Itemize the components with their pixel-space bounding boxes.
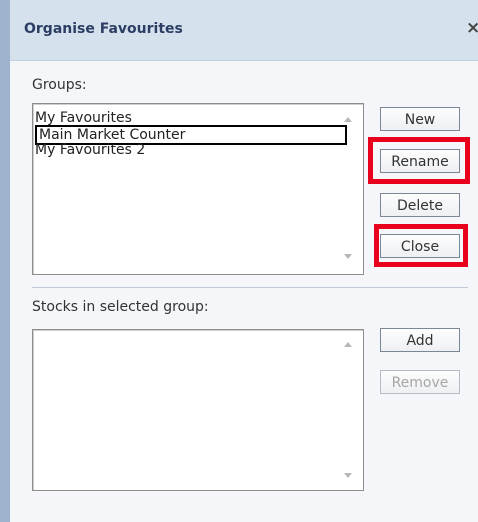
group-item-my-favourites-2[interactable]: My Favourites 2 xyxy=(35,142,145,158)
stocks-label: Stocks in selected group: xyxy=(32,299,209,315)
window-left-edge xyxy=(0,0,10,522)
delete-button[interactable]: Delete xyxy=(380,193,460,217)
stocks-listbox[interactable] xyxy=(32,329,364,491)
groups-label: Groups: xyxy=(32,77,87,93)
group-item-my-favourites[interactable]: My Favourites xyxy=(35,110,132,126)
rename-highlight-box xyxy=(368,137,470,184)
section-divider xyxy=(32,287,468,288)
window-title: Organise Favourites xyxy=(24,21,183,37)
scroll-down-icon[interactable] xyxy=(344,473,352,478)
close-icon[interactable]: × xyxy=(466,18,478,38)
close-highlight-box xyxy=(374,224,468,267)
scroll-up-icon[interactable] xyxy=(344,342,352,347)
add-button[interactable]: Add xyxy=(380,328,460,352)
organise-favourites-dialog: Organise Favourites × Groups: My Favouri… xyxy=(0,0,478,522)
groups-listbox[interactable]: My Favourites Main Market Counter My Fav… xyxy=(32,103,364,275)
title-bar: Organise Favourites × xyxy=(10,0,478,61)
scroll-up-icon[interactable] xyxy=(344,117,352,122)
scroll-down-icon[interactable] xyxy=(344,254,352,259)
new-button[interactable]: New xyxy=(380,107,460,131)
remove-button[interactable]: Remove xyxy=(380,370,460,394)
